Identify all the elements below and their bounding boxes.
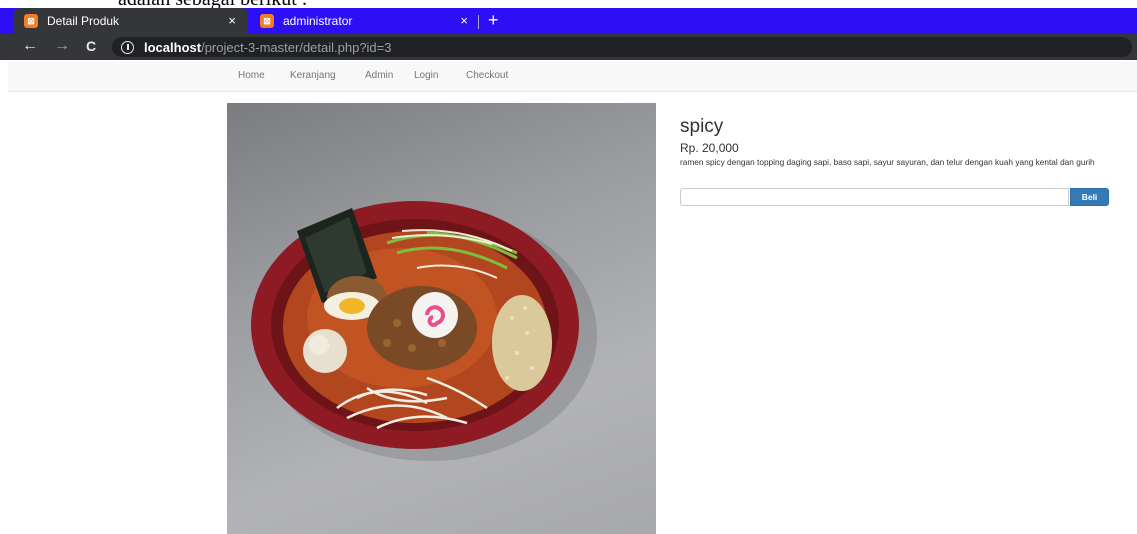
product-description: ramen spicy dengan topping daging sapi, … — [680, 157, 1095, 167]
back-arrow-icon[interactable]: ← — [22, 37, 38, 55]
tab-close-icon[interactable]: × — [228, 13, 236, 28]
nav-link-keranjang[interactable]: Keranjang — [290, 70, 336, 81]
browser-toolbar: ← → C localhost/project-3-master/detail.… — [0, 34, 1137, 60]
xampp-favicon-icon: ⊠ — [260, 14, 274, 28]
nav-link-home[interactable]: Home — [238, 70, 265, 81]
quantity-input[interactable] — [680, 188, 1069, 206]
tab-detail-produk[interactable]: ⊠ Detail Produk × — [14, 8, 248, 34]
product-photo — [227, 103, 656, 534]
browser-tab-strip: ⊠ Detail Produk × ⊠ administrator × + — [0, 8, 1137, 34]
tab-administrator[interactable]: ⊠ administrator × — [250, 8, 480, 34]
tab-separator — [478, 15, 479, 29]
forward-arrow-icon[interactable]: → — [54, 37, 70, 55]
address-bar[interactable]: localhost/project-3-master/detail.php?id… — [112, 37, 1132, 57]
nav-link-login[interactable]: Login — [414, 70, 438, 81]
nav-link-admin[interactable]: Admin — [365, 70, 393, 81]
tab-title: administrator — [283, 14, 353, 28]
site-info-icon[interactable] — [121, 40, 134, 54]
tab-close-icon[interactable]: × — [460, 13, 468, 28]
product-price: Rp. 20,000 — [680, 141, 739, 155]
new-tab-button[interactable]: + — [488, 10, 499, 31]
url-path: /project-3-master/detail.php?id=3 — [201, 39, 392, 55]
tab-title: Detail Produk — [47, 14, 120, 28]
xampp-favicon-icon: ⊠ — [24, 14, 38, 28]
product-name: spicy — [680, 116, 724, 137]
buy-button[interactable]: Beli — [1070, 188, 1109, 206]
nav-link-checkout[interactable]: Checkout — [466, 70, 508, 81]
url-host: localhost — [144, 39, 202, 55]
site-navbar: Home Keranjang Admin Login Checkout — [8, 62, 1137, 92]
reload-icon[interactable]: C — [86, 38, 96, 54]
